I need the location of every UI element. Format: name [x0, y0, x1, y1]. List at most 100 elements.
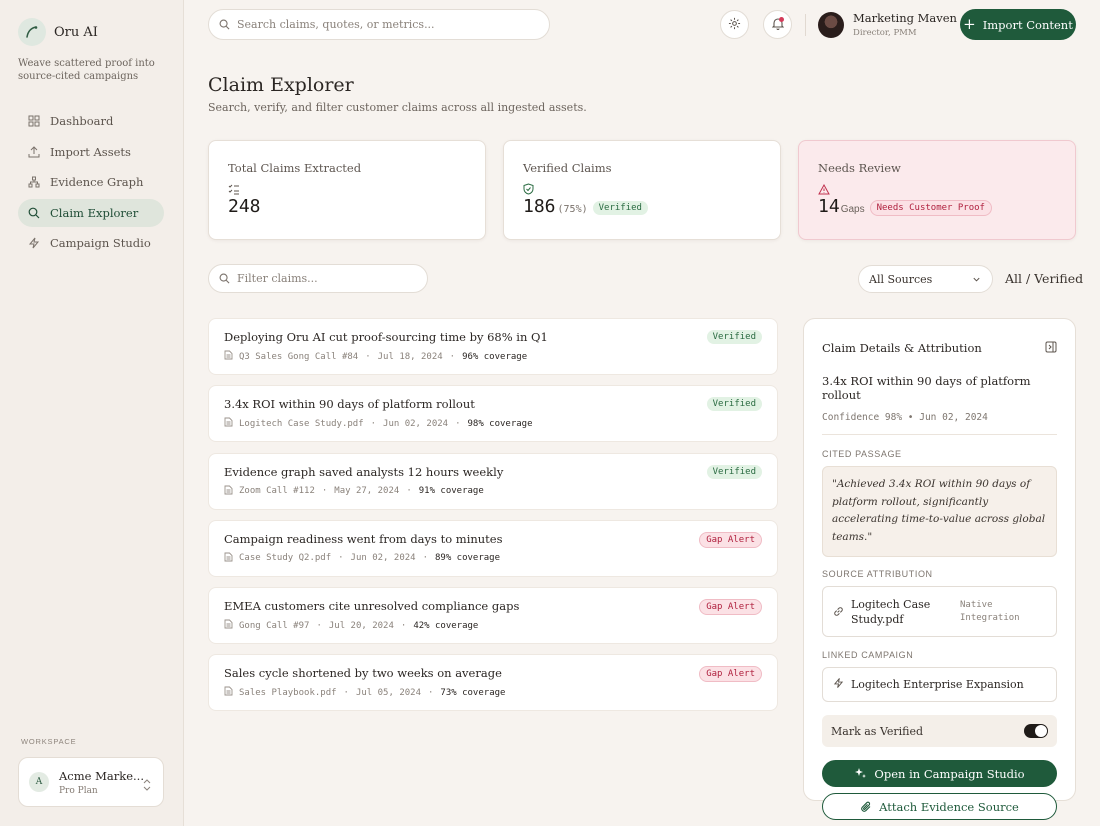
linked-campaign-label: LINKED CAMPAIGN [822, 650, 914, 660]
source-select[interactable]: All Sources [858, 265, 993, 293]
open-campaign-studio-button[interactable]: Open in Campaign Studio [822, 760, 1057, 787]
claim-coverage: 91% coverage [418, 486, 484, 497]
search-input[interactable] [237, 18, 517, 31]
user-name: Marketing Maven [853, 11, 957, 25]
claim-title: 3.4x ROI within 90 days of platform roll… [224, 397, 475, 412]
lightning-icon [833, 677, 844, 692]
graph-icon [27, 175, 41, 189]
mark-verified-label: Mark as Verified [831, 724, 924, 738]
linked-campaign[interactable]: Logitech Enterprise Expansion [822, 667, 1057, 702]
panel-title: Claim Details & Attribution [822, 340, 982, 355]
user-menu[interactable]: Marketing Maven Director, PMM [818, 11, 957, 38]
sidebar-item-label: Evidence Graph [50, 175, 144, 189]
search-icon [219, 269, 230, 288]
stat-gaps-label: Gaps [840, 204, 865, 215]
paperclip-icon [861, 801, 871, 812]
filter-input[interactable] [237, 272, 407, 285]
mark-verified-toggle[interactable] [1024, 724, 1048, 738]
stat-value: 14 [818, 196, 840, 217]
claim-date: Jun 02, 2024 [350, 553, 416, 564]
status-badge: Verified [706, 330, 762, 344]
claim-coverage: 96% coverage [462, 351, 528, 362]
lightning-icon [27, 236, 41, 250]
app-name: Oru AI [54, 24, 98, 40]
import-content-button[interactable]: + Import Content [960, 9, 1076, 40]
stat-label: Verified Claims [523, 161, 612, 175]
sidebar-item-dashboard[interactable]: Dashboard [18, 107, 164, 135]
claim-source: Case Study Q2.pdf [239, 553, 332, 564]
stat-verified-claims: Verified Claims 186 (75%) Verified [503, 140, 781, 240]
chevron-up-down-icon [143, 776, 151, 795]
grid-icon [27, 114, 41, 128]
sidebar: Oru AI Weave scattered proof into source… [0, 0, 184, 826]
source-name: Logitech Case Study.pdf [851, 597, 931, 626]
claim-source: Gong Call #97 [239, 620, 310, 631]
search-icon [219, 15, 230, 34]
stat-value: 248 [228, 196, 261, 217]
list-item[interactable]: Campaign readiness went from days to min… [208, 519, 778, 577]
list-item[interactable]: Sales cycle shortened by two weeks on av… [208, 654, 778, 712]
view-toggle[interactable]: All / Verified [1005, 271, 1083, 286]
settings-button[interactable] [720, 10, 749, 39]
search-icon [27, 206, 41, 220]
avatar [818, 11, 844, 38]
notifications-button[interactable] [763, 10, 792, 39]
claim-source: Logitech Case Study.pdf [239, 418, 364, 429]
list-item[interactable]: EMEA customers cite unresolved complianc… [208, 587, 778, 645]
claim-title: Sales cycle shortened by two weeks on av… [224, 666, 502, 681]
source-select-value: All Sources [869, 272, 933, 286]
chevron-down-icon [972, 274, 981, 287]
page-title: Claim Explorer [208, 74, 354, 96]
source-attribution[interactable]: Logitech Case Study.pdf Native Integrati… [822, 586, 1057, 637]
brand[interactable]: Oru AI [18, 18, 98, 46]
stat-total-claims: Total Claims Extracted 248 [208, 140, 486, 240]
global-search[interactable] [208, 9, 550, 40]
warning-icon [818, 180, 1075, 195]
sidebar-item-evidence-graph[interactable]: Evidence Graph [18, 168, 164, 196]
status-badge: Gap Alert [699, 599, 762, 616]
claim-confidence: Confidence 98% • Jun 02, 2024 [822, 412, 988, 423]
link-icon [833, 602, 844, 621]
document-icon [224, 417, 233, 430]
open-campaign-studio-label: Open in Campaign Studio [874, 766, 1025, 781]
stat-needs-review: Needs Review 14 Gaps Needs Customer Proo… [798, 140, 1076, 240]
list-item[interactable]: Deploying Oru AI cut proof-sourcing time… [208, 318, 778, 375]
divider [822, 434, 1057, 435]
claim-detail-panel: Claim Details & Attribution 3.4x ROI wit… [803, 318, 1076, 820]
sidebar-item-campaign-studio[interactable]: Campaign Studio [18, 229, 164, 257]
attach-evidence-button[interactable]: Attach Evidence Source [822, 793, 1057, 820]
attach-evidence-label: Attach Evidence Source [879, 799, 1019, 814]
claim-source: Q3 Sales Gong Call #84 [239, 351, 359, 362]
sidebar-item-claim-explorer[interactable]: Claim Explorer [18, 198, 164, 227]
list-item[interactable]: Evidence graph saved analysts 12 hours w… [208, 452, 778, 510]
sidebar-item-import-assets[interactable]: Import Assets [18, 138, 164, 166]
claim-source: Sales Playbook.pdf [239, 687, 337, 698]
app-tagline: Weave scattered proof into source-cited … [18, 58, 155, 82]
claim-date: Jul 18, 2024 [377, 351, 443, 362]
page-subtitle: Search, verify, and filter customer clai… [208, 101, 587, 114]
claim-coverage: 98% coverage [467, 418, 533, 429]
sparkles-icon [855, 768, 867, 778]
cited-passage-label: CITED PASSAGE [822, 449, 902, 459]
logo-icon [18, 18, 46, 46]
import-content-label: Import Content [982, 17, 1073, 32]
claim-coverage: 42% coverage [413, 620, 479, 631]
divider [805, 14, 806, 36]
mark-verified-row: Mark as Verified [822, 715, 1057, 747]
list-item[interactable]: 3.4x ROI within 90 days of platform roll… [208, 385, 778, 443]
document-icon [224, 686, 233, 699]
stat-label: Needs Review [818, 161, 901, 175]
user-role: Director, PMM [853, 28, 917, 38]
document-icon [224, 350, 233, 363]
stat-percent: (75%) [557, 204, 588, 215]
plus-icon: + [963, 15, 976, 33]
collapse-panel-icon[interactable] [1045, 338, 1057, 357]
workspace-switcher[interactable]: A Acme Marke... Pro Plan [18, 757, 164, 807]
stat-label: Total Claims Extracted [228, 161, 362, 175]
claim-filter[interactable] [208, 264, 428, 293]
document-icon [224, 485, 233, 498]
source-attribution-label: SOURCE ATTRIBUTION [822, 569, 933, 579]
claim-date: May 27, 2024 [334, 486, 400, 497]
status-badge: Verified [706, 464, 762, 479]
sidebar-item-label: Dashboard [50, 114, 114, 128]
